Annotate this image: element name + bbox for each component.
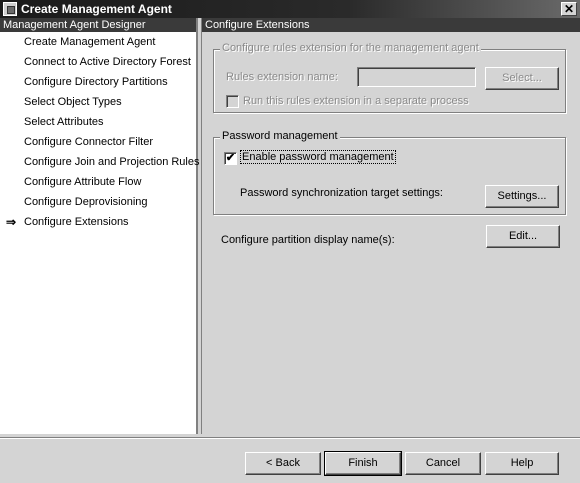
nav-item-directory-partitions[interactable]: Configure Directory Partitions [0, 72, 196, 92]
password-management-legend: Password management [220, 130, 340, 142]
nav-item-label: Configure Attribute Flow [24, 176, 142, 188]
back-button-label: < Back [266, 457, 300, 469]
finish-button-label: Finish [348, 457, 378, 469]
designer-nav-panel: Management Agent Designer Create Managem… [0, 18, 200, 434]
content-panel: Configure Extensions Configure rules ext… [201, 18, 580, 434]
back-button[interactable]: < Back [245, 452, 321, 475]
title-bar: Create Management Agent ✕ [0, 0, 580, 18]
current-step-arrow-icon: ⇒ [6, 215, 17, 229]
nav-item-extensions[interactable]: ⇒ Configure Extensions [0, 212, 196, 232]
nav-item-label: Create Management Agent [24, 36, 156, 48]
nav-item-deprovisioning[interactable]: Configure Deprovisioning [0, 192, 196, 212]
enable-password-checkbox[interactable]: ✔ [224, 152, 237, 165]
window-title: Create Management Agent [21, 2, 172, 16]
nav-item-connector-filter[interactable]: Configure Connector Filter [0, 132, 196, 152]
cancel-button-label: Cancel [425, 457, 461, 469]
nav-item-label: Select Object Types [24, 96, 122, 108]
separate-process-label: Run this rules extension in a separate p… [243, 95, 469, 107]
nav-item-label: Configure Connector Filter [24, 136, 154, 148]
rules-extension-group: Configure rules extension for the manage… [213, 42, 566, 113]
nav-item-label: Connect to Active Directory Forest [24, 56, 191, 68]
app-icon [3, 2, 17, 16]
nav-item-connect-forest[interactable]: Connect to Active Directory Forest [0, 52, 196, 72]
nav-list: Create Management Agent Connect to Activ… [0, 32, 200, 232]
nav-item-label: Configure Directory Partitions [24, 76, 168, 88]
nav-item-label: Select Attributes [24, 116, 104, 128]
nav-item-attribute-flow[interactable]: Configure Attribute Flow [0, 172, 196, 192]
close-button[interactable]: ✕ [561, 2, 577, 16]
help-button[interactable]: Help [485, 452, 559, 475]
finish-button[interactable]: Finish [324, 451, 402, 476]
nav-item-create-management-agent[interactable]: Create Management Agent [0, 32, 196, 52]
password-management-group: Password management ✔ Enable password ma… [213, 130, 566, 215]
nav-item-label: Configure Extensions [24, 216, 129, 228]
nav-item-object-types[interactable]: Select Object Types [0, 92, 196, 112]
content-header: Configure Extensions [202, 18, 580, 32]
rules-extension-legend: Configure rules extension for the manage… [220, 42, 481, 54]
rules-extension-name-label: Rules extension name: [226, 71, 338, 83]
cancel-button[interactable]: Cancel [405, 452, 481, 475]
check-icon: ✔ [225, 152, 236, 164]
password-sync-label: Password synchronization target settings… [240, 187, 443, 199]
edit-button[interactable]: Edit... [486, 225, 560, 248]
help-button-label: Help [510, 457, 534, 469]
nav-header: Management Agent Designer [0, 18, 196, 32]
partition-display-label: Configure partition display name(s): [221, 234, 395, 246]
select-button-label: Select... [502, 72, 542, 84]
nav-item-label: Configure Join and Projection Rules [24, 156, 200, 168]
settings-button-label: Settings... [497, 190, 547, 202]
nav-item-join-projection[interactable]: Configure Join and Projection Rules [0, 152, 200, 172]
rules-extension-name-input[interactable] [357, 67, 476, 87]
edit-button-label: Edit... [508, 230, 538, 242]
nav-item-label: Configure Deprovisioning [24, 196, 148, 208]
select-button[interactable]: Select... [485, 67, 559, 90]
separate-process-checkbox[interactable] [226, 95, 239, 108]
close-icon: ✕ [563, 2, 575, 16]
nav-item-attributes[interactable]: Select Attributes [0, 112, 196, 132]
settings-button[interactable]: Settings... [485, 185, 559, 208]
footer-separator [0, 437, 580, 439]
enable-password-label: Enable password management [240, 150, 396, 164]
